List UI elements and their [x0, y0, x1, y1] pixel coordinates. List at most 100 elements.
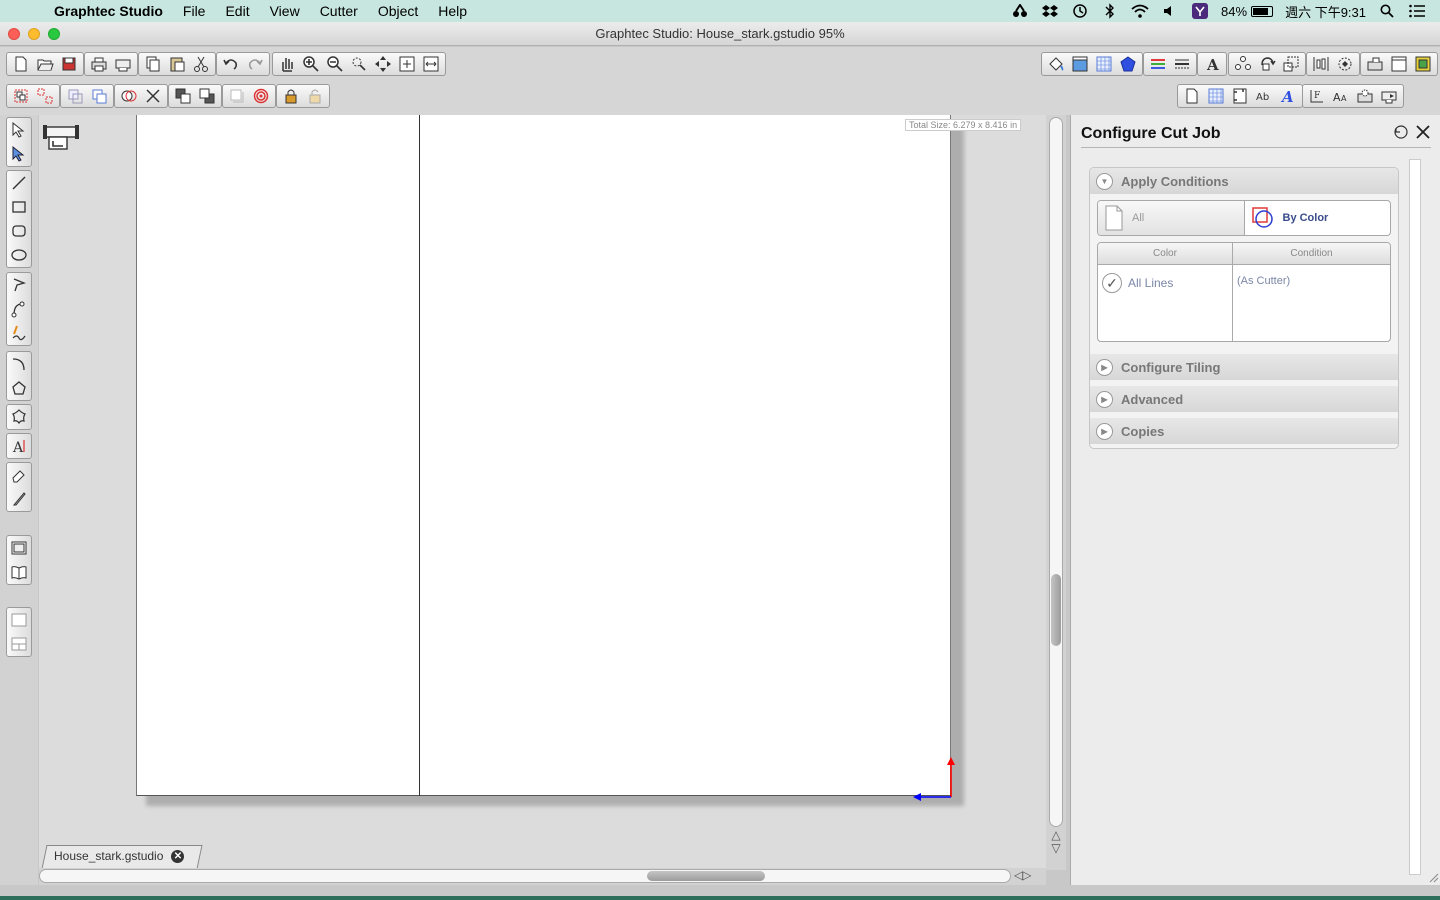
knife-icon[interactable] — [7, 487, 31, 511]
release-compound-icon[interactable] — [87, 85, 111, 107]
rounded-rectangle-tool-icon[interactable] — [7, 219, 31, 243]
ellipse-tool-icon[interactable] — [7, 243, 31, 267]
offset-target-icon[interactable] — [249, 85, 273, 107]
edit-points-icon[interactable] — [7, 142, 31, 166]
grid-icon[interactable] — [1092, 53, 1116, 75]
paste-icon[interactable] — [165, 53, 189, 75]
menu-object[interactable]: Object — [368, 3, 428, 19]
polygon-tool-icon[interactable] — [7, 376, 31, 400]
canvas-workspace[interactable]: Total Size: 6.279 x 8.416 in — [39, 115, 1046, 870]
new-document-button[interactable] — [9, 53, 33, 75]
line-color-icon[interactable] — [1146, 53, 1170, 75]
notification-center-icon[interactable] — [1408, 4, 1426, 18]
cutter-gear-icon[interactable] — [1353, 85, 1377, 107]
panel-close-icon[interactable] — [1415, 124, 1431, 145]
single-pane-icon[interactable] — [7, 608, 31, 632]
trace-icon[interactable] — [1333, 53, 1357, 75]
arc-tool-icon[interactable] — [7, 352, 31, 376]
wifi-icon[interactable] — [1131, 4, 1149, 18]
line-tool-icon[interactable] — [7, 171, 31, 195]
mode-by-color-button[interactable]: By Color — [1245, 201, 1391, 235]
line-style-icon[interactable] — [1170, 53, 1194, 75]
freehand-pencil-icon[interactable] — [7, 321, 31, 345]
document-tab-close-icon[interactable]: ✕ — [171, 849, 185, 863]
text-tool-icon[interactable]: A — [7, 434, 31, 458]
apply-conditions-header[interactable]: ▼ Apply Conditions — [1090, 168, 1398, 194]
grid-panel-icon[interactable] — [1204, 85, 1228, 107]
redo-icon[interactable] — [243, 53, 267, 75]
scroll-left-arrow-icon[interactable]: ◁ — [1014, 868, 1023, 882]
polygon-pen-icon[interactable] — [7, 273, 31, 297]
bring-to-front-icon[interactable] — [171, 85, 195, 107]
bezier-curve-icon[interactable] — [7, 297, 31, 321]
split-pane-icon[interactable] — [7, 632, 31, 656]
advanced-header[interactable]: ▶ Advanced — [1090, 386, 1398, 412]
status-app-icon[interactable] — [1011, 4, 1029, 18]
fit-width-icon[interactable] — [419, 53, 443, 75]
menu-cutter[interactable]: Cutter — [310, 3, 368, 19]
open-document-button[interactable] — [33, 53, 57, 75]
print-icon[interactable] — [87, 53, 111, 75]
store-icon[interactable] — [1411, 53, 1435, 75]
all-lines-checkbox-icon[interactable]: ✓ — [1102, 273, 1122, 293]
unlock-icon[interactable] — [303, 85, 327, 107]
pan-hand-icon[interactable] — [275, 53, 299, 75]
configure-tiling-header[interactable]: ▶ Configure Tiling — [1090, 354, 1398, 380]
copies-header[interactable]: ▶ Copies — [1090, 418, 1398, 444]
fit-to-page-icon[interactable] — [395, 53, 419, 75]
registration-shape-icon[interactable] — [1116, 53, 1140, 75]
text-panel-icon[interactable]: Ab — [1252, 85, 1276, 107]
time-machine-icon[interactable] — [1071, 4, 1089, 18]
document-tab-label[interactable]: House_stark.gstudio — [54, 849, 163, 863]
menu-clock[interactable]: 週六 下午9:31 — [1285, 2, 1366, 21]
open-book-icon[interactable] — [7, 560, 31, 584]
scroll-right-arrow-icon[interactable]: ▷ — [1022, 868, 1031, 882]
page-setup-icon[interactable] — [1068, 53, 1092, 75]
align-icon[interactable] — [1309, 53, 1333, 75]
window-zoom-button[interactable] — [48, 28, 60, 40]
cut-panel-icon[interactable] — [1387, 53, 1411, 75]
menu-edit[interactable]: Edit — [215, 3, 259, 19]
menu-help[interactable]: Help — [428, 3, 477, 19]
rectangle-tool-icon[interactable] — [7, 195, 31, 219]
horizontal-scroll-thumb[interactable] — [647, 871, 765, 881]
send-to-cutter-icon[interactable] — [111, 53, 135, 75]
make-compound-icon[interactable] — [63, 85, 87, 107]
cutting-mat-page[interactable] — [136, 115, 951, 796]
send-cut-job-icon[interactable] — [1377, 85, 1401, 107]
text-path-icon[interactable]: A — [1276, 85, 1300, 107]
replicate-icon[interactable] — [1231, 53, 1255, 75]
panel-vertical-scrollbar[interactable] — [1409, 159, 1421, 875]
cutter-machine-icon[interactable] — [43, 123, 79, 151]
dropbox-icon[interactable] — [1041, 4, 1059, 18]
row-condition-cell[interactable]: (As Cutter) — [1233, 265, 1390, 341]
mode-all-button[interactable]: All — [1098, 201, 1245, 235]
transform-panel-icon[interactable]: F — [1305, 85, 1329, 107]
vertical-scroll-thumb[interactable] — [1051, 574, 1061, 646]
document-panel-icon[interactable] — [1180, 85, 1204, 107]
battery-indicator[interactable]: 84% — [1221, 4, 1274, 19]
ungroup-icon[interactable] — [33, 85, 57, 107]
delete-x-icon[interactable] — [141, 85, 165, 107]
rotate-icon[interactable] — [1255, 53, 1279, 75]
lock-icon[interactable] — [279, 85, 303, 107]
fill-bucket-icon[interactable] — [1044, 53, 1068, 75]
window-minimize-button[interactable] — [28, 28, 40, 40]
shadow-icon[interactable] — [225, 85, 249, 107]
vertical-scroll-track[interactable] — [1049, 117, 1063, 827]
window-close-button[interactable] — [8, 28, 20, 40]
panel-reset-icon[interactable] — [1393, 124, 1409, 145]
font-size-icon[interactable]: AA — [1329, 85, 1353, 107]
shape-library-icon[interactable] — [7, 536, 31, 560]
text-style-icon[interactable]: A — [1200, 53, 1224, 75]
spotlight-search-icon[interactable] — [1378, 4, 1396, 18]
copy-icon[interactable] — [141, 53, 165, 75]
canvas-vertical-scrollbar[interactable]: △ ▽ — [1046, 115, 1066, 870]
menu-file[interactable]: File — [173, 3, 216, 19]
weld-icon[interactable] — [117, 85, 141, 107]
fit-to-window-icon[interactable] — [371, 53, 395, 75]
menu-app-name[interactable]: Graphtec Studio — [52, 3, 173, 19]
resize-grip-icon[interactable] — [1427, 871, 1439, 883]
registration-marks-icon[interactable] — [1228, 85, 1252, 107]
zoom-out-icon[interactable] — [323, 53, 347, 75]
